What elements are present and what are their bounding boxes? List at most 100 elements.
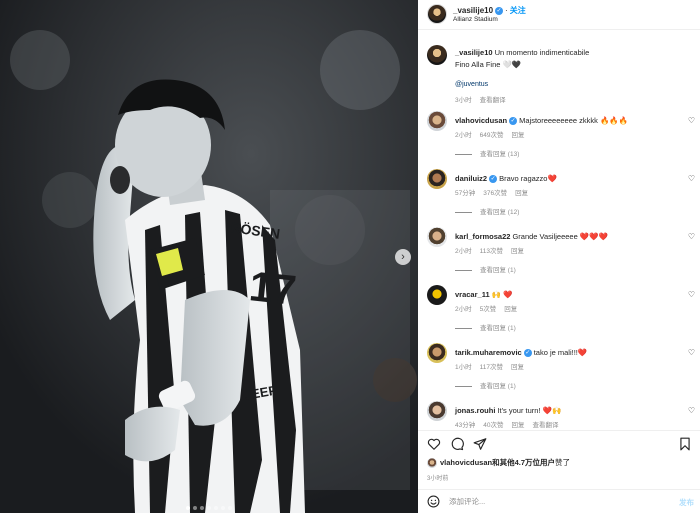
- caption-username[interactable]: _vasilije10: [455, 48, 493, 57]
- carousel-dot: [207, 506, 211, 510]
- comment-text: Grande Vasiljeeeee ❤️❤️❤️: [512, 232, 608, 241]
- heart-icon[interactable]: ♡: [688, 290, 695, 299]
- comment-text: It's your turn! ❤️🙌: [497, 406, 562, 415]
- post-username[interactable]: _vasilije10: [453, 6, 493, 15]
- avatar: [427, 458, 437, 469]
- avatar[interactable]: [427, 285, 447, 305]
- comment-text: 🙌 ❤️: [491, 290, 513, 299]
- carousel-dot: [221, 506, 225, 510]
- likes-summary: vlahovicdusan和其他4.7万位用户赞了: [427, 457, 570, 471]
- reply-button[interactable]: 回复: [511, 364, 524, 371]
- avatar[interactable]: [427, 169, 447, 189]
- comment-likes[interactable]: 40次赞: [483, 422, 503, 429]
- carousel-dot: [193, 506, 197, 510]
- comment-likes[interactable]: 113次赞: [480, 248, 503, 255]
- heart-icon[interactable]: ♡: [688, 116, 695, 125]
- comment-time: 57分钟: [455, 190, 476, 197]
- comment-item: karl_formosa22 Grande Vasiljeeeee ❤️❤️❤️ 2…: [418, 227, 700, 285]
- comment-item: vracar_11 🙌 ❤️ 2小时 5次赞 回复 ♡ 查看回复 (1): [418, 285, 700, 343]
- avatar[interactable]: [427, 401, 447, 421]
- post-sidebar: _vasilije10 ✓ · 关注 Allianz Stadium _vasilij…: [418, 0, 700, 513]
- verified-icon: ✓: [489, 175, 498, 184]
- comment-time: 2小时: [455, 306, 472, 313]
- comment-username[interactable]: tarik.muharemovic: [455, 348, 522, 357]
- comment-item: vlahovicdusan ✓ Majstoreeeeeeee zkkkk 🔥🔥🔥 2…: [418, 111, 700, 169]
- carousel-dot: [214, 506, 218, 510]
- bookmark-icon[interactable]: [678, 437, 692, 451]
- verified-icon: ✓: [509, 117, 518, 126]
- heart-icon[interactable]: ♡: [688, 232, 695, 241]
- post-photo[interactable]: RÖSEN 17 JEEP ›: [0, 0, 418, 513]
- view-replies-link[interactable]: 查看回复 (1): [455, 322, 516, 332]
- heart-icon[interactable]: ♡: [688, 406, 695, 415]
- post-header: _vasilije10 ✓ · 关注 Allianz Stadium: [418, 0, 700, 30]
- caption-time: 3小时: [455, 97, 472, 104]
- see-translation-link[interactable]: 查看翻译: [480, 97, 506, 104]
- next-photo-button[interactable]: ›: [395, 249, 411, 265]
- avatar[interactable]: [427, 111, 447, 131]
- comments-area[interactable]: _vasilije10 Un momento indimenticabile F…: [418, 31, 700, 429]
- post-caption: _vasilije10 Un momento indimenticabile F…: [418, 31, 700, 106]
- avatar[interactable]: [427, 45, 447, 65]
- view-replies-link[interactable]: 查看回复 (12): [455, 206, 519, 216]
- avatar[interactable]: [427, 227, 447, 247]
- comment-time: 1小时: [455, 364, 472, 371]
- likes-suffix: 赞了: [555, 458, 571, 467]
- reply-button[interactable]: 回复: [511, 132, 524, 139]
- comment-username[interactable]: jonas.rouhi: [455, 406, 495, 415]
- carousel-dot: [200, 506, 204, 510]
- verified-icon: ✓: [523, 349, 532, 358]
- comment-username[interactable]: daniluiz2: [455, 174, 487, 183]
- avatar[interactable]: [427, 4, 447, 24]
- post-comment-button[interactable]: 发布: [679, 497, 694, 508]
- share-icon[interactable]: [473, 437, 487, 451]
- post-timestamp: 3小时前: [427, 476, 449, 482]
- comment-icon[interactable]: [450, 437, 464, 451]
- heart-icon[interactable]: [427, 437, 441, 451]
- follow-button[interactable]: 关注: [510, 6, 526, 15]
- comment-item: jonas.rouhi It's your turn! ❤️🙌 43分钟 40次赞 回复…: [418, 401, 700, 429]
- carousel-dot: [186, 506, 190, 510]
- view-replies-link[interactable]: 查看回复 (13): [455, 148, 519, 158]
- caption-text-line2: Fino Alla Fine 🤍🖤: [455, 60, 522, 69]
- comment-text: Bravo ragazzo❤️: [499, 174, 557, 183]
- comment-item: tarik.muharemovic ✓ tako je mali!!!❤️ 1小时 11…: [418, 343, 700, 401]
- comment-time: 2小时: [455, 132, 472, 139]
- comment-likes[interactable]: 5次赞: [480, 306, 497, 313]
- see-translation-link[interactable]: 查看翻译: [532, 422, 558, 429]
- avatar[interactable]: [427, 343, 447, 363]
- comment-composer: 发布: [418, 489, 700, 513]
- carousel-dots: [0, 506, 418, 510]
- heart-icon[interactable]: ♡: [688, 348, 695, 357]
- comment-likes[interactable]: 117次赞: [480, 364, 503, 371]
- location-link[interactable]: Allianz Stadium: [453, 16, 498, 23]
- likes-user[interactable]: vlahovicdusan: [440, 458, 492, 467]
- verified-icon: ✓: [495, 6, 504, 15]
- action-bar: [418, 430, 700, 456]
- view-replies-link[interactable]: 查看回复 (1): [455, 380, 516, 390]
- caption-tag-link[interactable]: @juventus: [455, 81, 488, 88]
- comment-text: tako je mali!!!❤️: [533, 348, 588, 357]
- reply-button[interactable]: 回复: [504, 306, 517, 313]
- comment-likes[interactable]: 649次赞: [480, 132, 504, 139]
- comment-input[interactable]: [449, 494, 659, 509]
- comment-time: 43分钟: [455, 422, 476, 429]
- comment-text: Majstoreeeeeeee zkkkk 🔥🔥🔥: [519, 116, 628, 125]
- comment-username[interactable]: vlahovicdusan: [455, 116, 507, 125]
- heart-icon[interactable]: ♡: [688, 174, 695, 183]
- reply-button[interactable]: 回复: [511, 422, 524, 429]
- comment-username[interactable]: karl_formosa22: [455, 232, 510, 241]
- reply-button[interactable]: 回复: [511, 248, 524, 255]
- emoji-icon[interactable]: [427, 495, 440, 508]
- likes-rest[interactable]: 和其他4.7万位用户: [492, 458, 555, 467]
- carousel-dot: [228, 506, 232, 510]
- player-photo: RÖSEN 17 JEEP: [0, 0, 418, 513]
- comment-likes[interactable]: 376次赞: [483, 190, 507, 197]
- reply-button[interactable]: 回复: [515, 190, 528, 197]
- chevron-right-icon: ›: [401, 250, 405, 263]
- comment-time: 2小时: [455, 248, 472, 255]
- jersey-number: 17: [247, 262, 298, 314]
- comment-username[interactable]: vracar_11: [455, 290, 490, 299]
- caption-text: Un momento indimenticabile: [494, 48, 590, 57]
- view-replies-link[interactable]: 查看回复 (1): [455, 264, 516, 274]
